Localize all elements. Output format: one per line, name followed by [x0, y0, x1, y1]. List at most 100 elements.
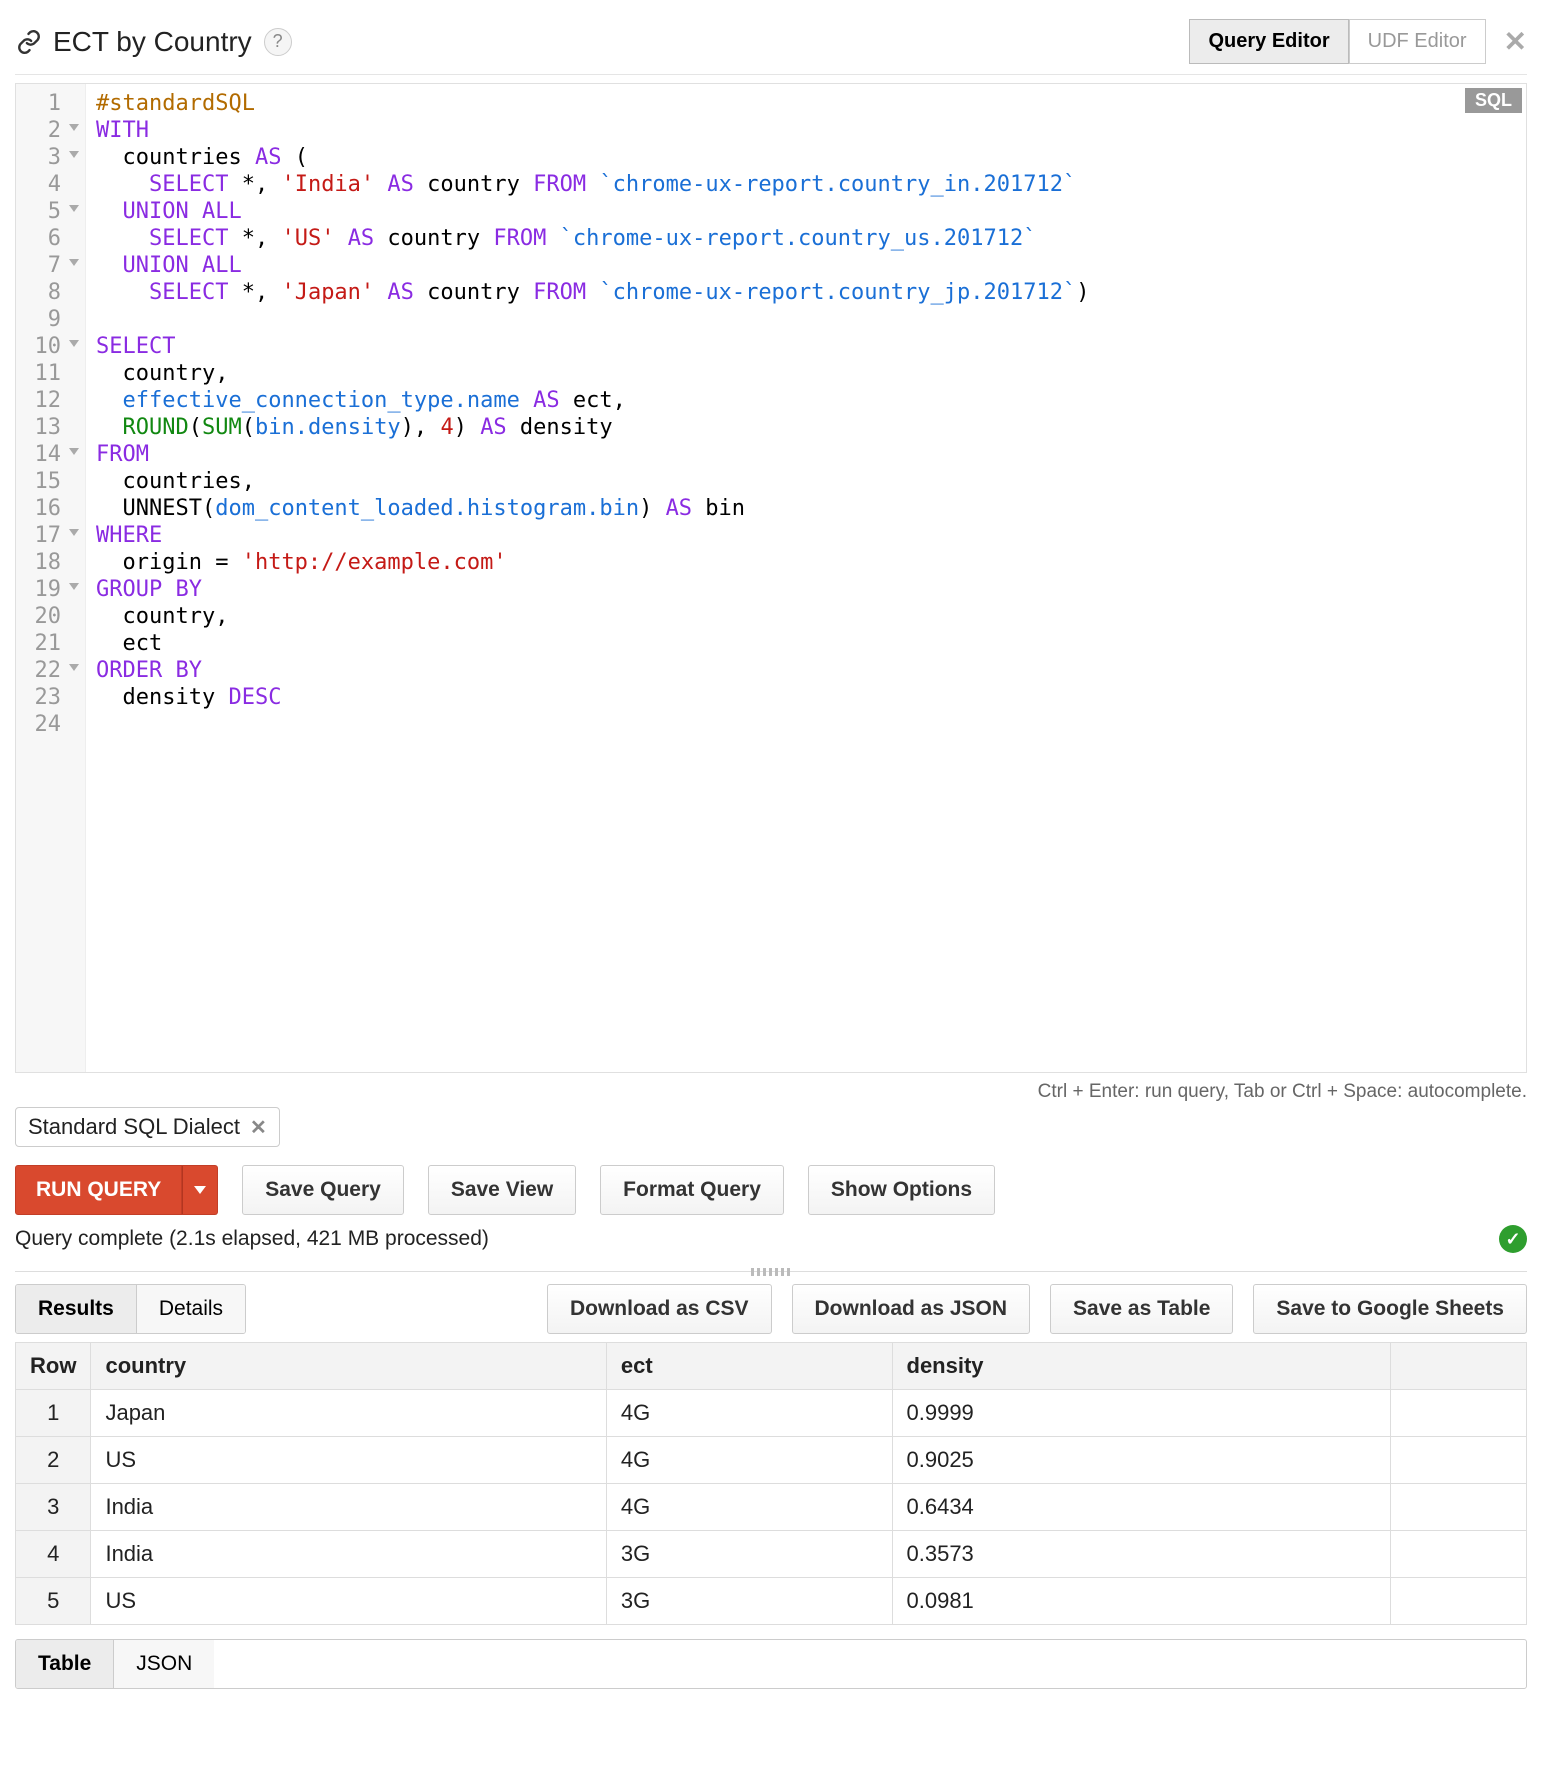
save-as-table-button[interactable]: Save as Table [1050, 1284, 1233, 1334]
results-divider[interactable] [15, 1271, 1527, 1272]
gutter-line: 10 [16, 333, 81, 360]
fold-icon[interactable] [69, 448, 79, 455]
gutter-line: 11 [16, 360, 81, 387]
action-button-row: RUN QUERY Save Query Save View Format Qu… [15, 1165, 1527, 1215]
results-table: Rowcountryectdensity 1Japan4G0.99992US4G… [15, 1342, 1527, 1625]
gutter-line: 9 [16, 306, 81, 333]
code-line[interactable]: SELECT *, 'Japan' AS country FROM `chrom… [96, 279, 1089, 306]
gutter-line: 1 [16, 90, 81, 117]
gutter-line: 16 [16, 495, 81, 522]
gutter-line: 24 [16, 711, 81, 738]
table-cell: 0.9999 [892, 1390, 1390, 1437]
code-line[interactable]: UNNEST(dom_content_loaded.histogram.bin)… [96, 495, 1089, 522]
code-line[interactable]: SELECT *, 'US' AS country FROM `chrome-u… [96, 225, 1089, 252]
tab-details[interactable]: Details [136, 1285, 245, 1333]
code-line[interactable]: FROM [96, 441, 1089, 468]
row-number: 3 [16, 1484, 91, 1531]
table-row[interactable]: 5US3G0.0981 [16, 1578, 1527, 1625]
table-row[interactable]: 2US4G0.9025 [16, 1437, 1527, 1484]
code-line[interactable]: origin = 'http://example.com' [96, 549, 1089, 576]
fold-icon[interactable] [69, 205, 79, 212]
save-view-button[interactable]: Save View [428, 1165, 576, 1215]
query-status-text: Query complete (2.1s elapsed, 421 MB pro… [15, 1227, 489, 1251]
table-cell-filler [1390, 1578, 1526, 1625]
fold-icon[interactable] [69, 151, 79, 158]
save-to-sheets-button[interactable]: Save to Google Sheets [1253, 1284, 1527, 1334]
table-cell: Japan [91, 1390, 606, 1437]
table-header: Row [16, 1343, 91, 1390]
code-line[interactable]: #standardSQL [96, 90, 1089, 117]
table-row[interactable]: 1Japan4G0.9999 [16, 1390, 1527, 1437]
code-line[interactable] [96, 306, 1089, 333]
table-cell: 4G [606, 1437, 892, 1484]
table-cell: India [91, 1484, 606, 1531]
code-line[interactable]: countries AS ( [96, 144, 1089, 171]
gutter-line: 12 [16, 387, 81, 414]
code-line[interactable]: UNION ALL [96, 198, 1089, 225]
table-cell: US [91, 1578, 606, 1625]
gutter-line: 22 [16, 657, 81, 684]
dialect-label: Standard SQL Dialect [28, 1114, 240, 1140]
close-icon[interactable]: ✕ [1504, 25, 1527, 58]
editor-code[interactable]: #standardSQLWITH countries AS ( SELECT *… [86, 84, 1099, 1072]
code-line[interactable]: WHERE [96, 522, 1089, 549]
code-line[interactable]: ORDER BY [96, 657, 1089, 684]
gutter-line: 17 [16, 522, 81, 549]
fold-icon[interactable] [69, 259, 79, 266]
code-line[interactable]: ect [96, 630, 1089, 657]
fold-icon[interactable] [69, 124, 79, 131]
table-header: ect [606, 1343, 892, 1390]
tab-query-editor[interactable]: Query Editor [1189, 19, 1348, 64]
editor-gutter: 123456789101112131415161718192021222324 [16, 84, 86, 1072]
fold-icon[interactable] [69, 340, 79, 347]
table-row[interactable]: 3India4G0.6434 [16, 1484, 1527, 1531]
gutter-line: 2 [16, 117, 81, 144]
code-line[interactable] [96, 711, 1089, 738]
sql-badge: SQL [1465, 88, 1522, 113]
code-line[interactable]: country, [96, 603, 1089, 630]
format-query-button[interactable]: Format Query [600, 1165, 784, 1215]
code-line[interactable]: SELECT *, 'India' AS country FROM `chrom… [96, 171, 1089, 198]
table-row[interactable]: 4India3G0.3573 [16, 1531, 1527, 1578]
table-cell: 0.0981 [892, 1578, 1390, 1625]
code-line[interactable]: UNION ALL [96, 252, 1089, 279]
download-json-button[interactable]: Download as JSON [792, 1284, 1031, 1334]
view-json-tab[interactable]: JSON [113, 1640, 214, 1688]
run-query-button[interactable]: RUN QUERY [15, 1165, 182, 1215]
table-cell-filler [1390, 1531, 1526, 1578]
download-csv-button[interactable]: Download as CSV [547, 1284, 772, 1334]
code-line[interactable]: SELECT [96, 333, 1089, 360]
results-toolbar: Results Details Download as CSV Download… [15, 1284, 1527, 1334]
tab-results[interactable]: Results [16, 1285, 136, 1333]
table-cell: 3G [606, 1578, 892, 1625]
gutter-line: 6 [16, 225, 81, 252]
dialect-pill[interactable]: Standard SQL Dialect ✕ [15, 1107, 280, 1147]
code-line[interactable]: effective_connection_type.name AS ect, [96, 387, 1089, 414]
table-cell: US [91, 1437, 606, 1484]
gutter-line: 21 [16, 630, 81, 657]
save-query-button[interactable]: Save Query [242, 1165, 404, 1215]
gutter-line: 23 [16, 684, 81, 711]
sql-editor[interactable]: SQL 123456789101112131415161718192021222… [15, 83, 1527, 1073]
table-header-filler [1390, 1343, 1526, 1390]
code-line[interactable]: ROUND(SUM(bin.density), 4) AS density [96, 414, 1089, 441]
run-query-dropdown[interactable] [182, 1165, 218, 1215]
dialect-close-icon[interactable]: ✕ [250, 1115, 267, 1140]
code-line[interactable]: density DESC [96, 684, 1089, 711]
header-bar: ECT by Country ? Query Editor UDF Editor… [15, 15, 1527, 75]
show-options-button[interactable]: Show Options [808, 1165, 995, 1215]
gutter-line: 19 [16, 576, 81, 603]
code-line[interactable]: WITH [96, 117, 1089, 144]
fold-icon[interactable] [69, 664, 79, 671]
code-line[interactable]: GROUP BY [96, 576, 1089, 603]
gutter-line: 14 [16, 441, 81, 468]
code-line[interactable]: country, [96, 360, 1089, 387]
gutter-line: 8 [16, 279, 81, 306]
view-table-tab[interactable]: Table [16, 1640, 113, 1688]
help-icon[interactable]: ? [264, 28, 292, 56]
table-cell-filler [1390, 1437, 1526, 1484]
fold-icon[interactable] [69, 583, 79, 590]
fold-icon[interactable] [69, 529, 79, 536]
tab-udf-editor[interactable]: UDF Editor [1349, 19, 1486, 64]
code-line[interactable]: countries, [96, 468, 1089, 495]
